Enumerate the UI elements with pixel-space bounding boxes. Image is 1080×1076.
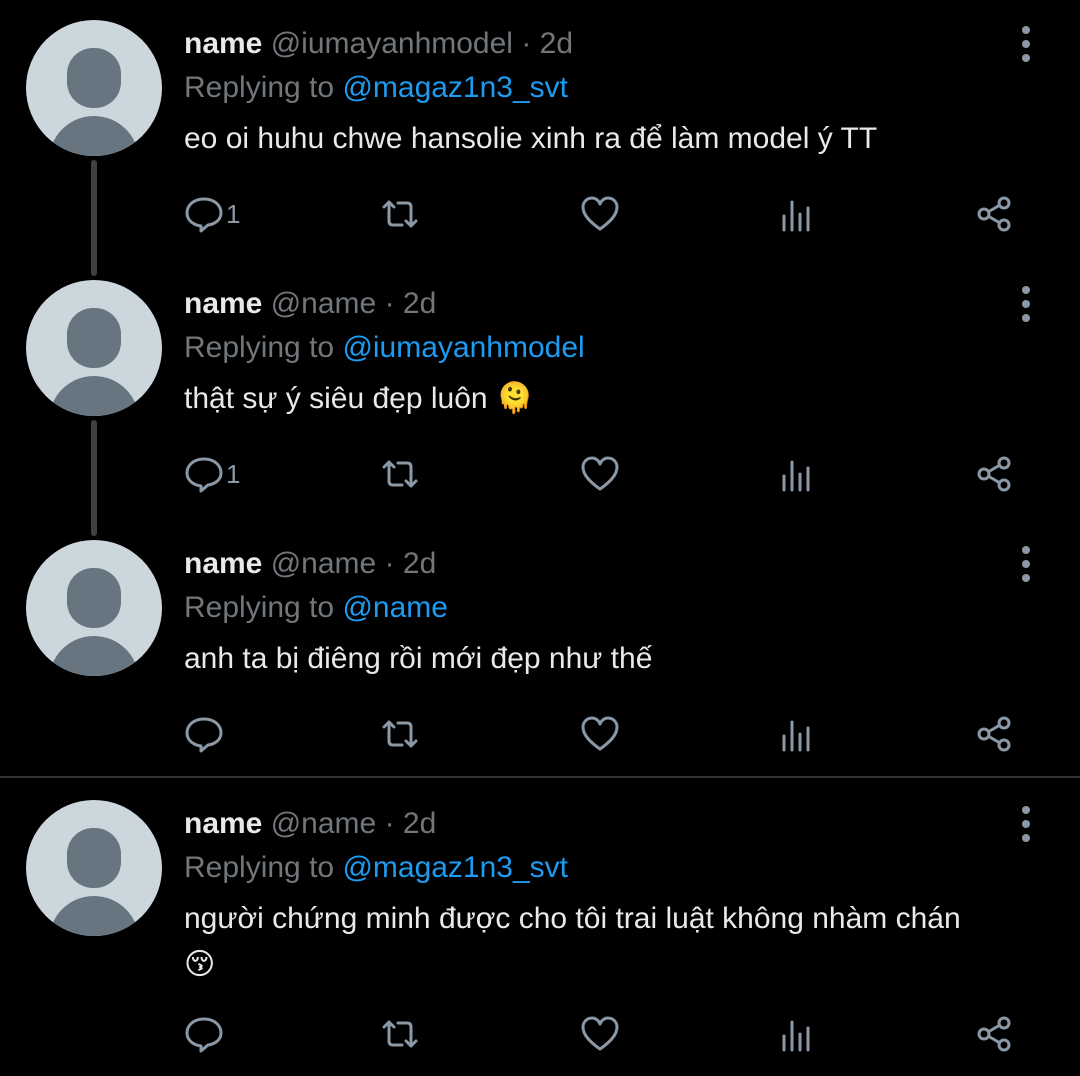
- share-icon: [977, 716, 1011, 752]
- action-bar: [184, 712, 1020, 756]
- share-button[interactable]: [974, 1012, 1014, 1056]
- retweet-icon: [382, 200, 418, 228]
- share-button[interactable]: [974, 192, 1014, 236]
- replying-to-mention[interactable]: @magaz1n3_svt: [342, 71, 568, 104]
- replying-to-mention[interactable]: @iumayanhmodel: [342, 331, 584, 364]
- tweet[interactable]: name @name · 2d Replying to @magaz1n3_sv…: [0, 780, 1080, 1076]
- author-name[interactable]: name: [184, 287, 262, 320]
- tweet[interactable]: name @name · 2d Replying to @iumayanhmod…: [0, 260, 1080, 520]
- tweet[interactable]: name @iumayanhmodel · 2d Replying to @ma…: [0, 0, 1080, 260]
- replying-to-label: Replying to: [184, 71, 335, 104]
- share-button[interactable]: [974, 452, 1014, 496]
- thread-feed: name @iumayanhmodel · 2d Replying to @ma…: [0, 0, 1080, 1076]
- replying-to-mention[interactable]: @name: [342, 591, 448, 624]
- reply-button[interactable]: [184, 1012, 226, 1056]
- tweet-text-body: người chứng minh được cho tôi trai luật …: [184, 902, 961, 935]
- heart-icon: [581, 1016, 619, 1051]
- tweet-text-body: thật sự ý siêu đẹp luôn: [184, 382, 488, 415]
- like-button[interactable]: [580, 192, 620, 236]
- tweet-text: anh ta bị điêng rồi mới đẹp như thế: [184, 636, 1040, 682]
- melting-face-emoji: 🫠: [495, 382, 534, 415]
- author-handle[interactable]: @name: [271, 287, 377, 320]
- more-vertical-icon[interactable]: [1020, 546, 1032, 582]
- heart-icon: [581, 196, 619, 231]
- avatar[interactable]: [26, 800, 162, 936]
- views-bar-chart-icon: [782, 200, 810, 232]
- tweet-text: thật sự ý siêu đẹp luôn 🫠: [184, 376, 1040, 422]
- views-button[interactable]: [778, 1012, 818, 1056]
- tweet-divider: [0, 776, 1080, 778]
- heart-icon: [581, 456, 619, 491]
- author-handle[interactable]: @name: [271, 807, 377, 840]
- reply-button[interactable]: [184, 712, 226, 756]
- views-button[interactable]: [778, 192, 818, 236]
- reply-count: 1: [226, 198, 241, 229]
- views-bar-chart-icon: [782, 460, 810, 492]
- timestamp[interactable]: 2d: [540, 27, 573, 60]
- tweet-text: eo oi huhu chwe hansolie xinh ra để làm …: [184, 116, 1040, 162]
- replying-to-label: Replying to: [184, 331, 335, 364]
- tweet[interactable]: name @name · 2d Replying to @name anh ta…: [0, 520, 1080, 776]
- share-button[interactable]: [974, 712, 1014, 756]
- separator-dot: ·: [384, 287, 395, 320]
- retweet-icon: [382, 460, 418, 488]
- author-handle[interactable]: @iumayanhmodel: [271, 27, 513, 60]
- retweet-button[interactable]: [380, 1012, 420, 1056]
- replying-to-label: Replying to: [184, 591, 335, 624]
- reply-icon: [185, 1017, 223, 1053]
- views-button[interactable]: [778, 712, 818, 756]
- author-name[interactable]: name: [184, 807, 262, 840]
- views-button[interactable]: [778, 452, 818, 496]
- timestamp[interactable]: 2d: [403, 547, 436, 580]
- like-button[interactable]: [580, 1012, 620, 1056]
- like-button[interactable]: [580, 452, 620, 496]
- share-icon: [977, 196, 1011, 232]
- more-vertical-icon[interactable]: [1020, 286, 1032, 322]
- timestamp[interactable]: 2d: [403, 287, 436, 320]
- author-name[interactable]: name: [184, 547, 262, 580]
- like-button[interactable]: [580, 712, 620, 756]
- share-icon: [977, 456, 1011, 492]
- action-bar: [184, 1012, 1020, 1056]
- separator-dot: ·: [384, 547, 395, 580]
- replying-to-label: Replying to: [184, 851, 335, 884]
- more-vertical-icon[interactable]: [1020, 26, 1032, 62]
- views-bar-chart-icon: [782, 1020, 810, 1052]
- avatar[interactable]: [26, 280, 162, 416]
- separator-dot: ·: [384, 807, 395, 840]
- action-bar: 1: [184, 192, 1020, 236]
- author-handle[interactable]: @name: [271, 547, 377, 580]
- avatar[interactable]: [26, 540, 162, 676]
- tweet-text-body: eo oi huhu chwe hansolie xinh ra để làm …: [184, 122, 878, 155]
- action-bar: 1: [184, 452, 1020, 496]
- reply-button[interactable]: 1: [184, 192, 240, 236]
- retweet-button[interactable]: [380, 452, 420, 496]
- retweet-button[interactable]: [380, 712, 420, 756]
- reply-button[interactable]: 1: [184, 452, 240, 496]
- views-bar-chart-icon: [782, 720, 810, 752]
- tweet-text-body: anh ta bị điêng rồi mới đẹp như thế: [184, 642, 653, 675]
- kissing-face-emoji: 😚: [184, 948, 216, 981]
- reply-count: 1: [226, 458, 241, 489]
- timestamp[interactable]: 2d: [403, 807, 436, 840]
- avatar[interactable]: [26, 20, 162, 156]
- heart-icon: [581, 716, 619, 751]
- reply-icon: [185, 457, 223, 493]
- retweet-icon: [382, 1020, 418, 1048]
- tweet-text: người chứng minh được cho tôi trai luật …: [184, 896, 1040, 988]
- author-name[interactable]: name: [184, 27, 262, 60]
- reply-icon: [185, 197, 223, 233]
- retweet-icon: [382, 720, 418, 748]
- replying-to-mention[interactable]: @magaz1n3_svt: [342, 851, 568, 884]
- reply-icon: [185, 717, 223, 753]
- share-icon: [977, 1016, 1011, 1052]
- separator-dot: ·: [521, 27, 532, 60]
- retweet-button[interactable]: [380, 192, 420, 236]
- more-vertical-icon[interactable]: [1020, 806, 1032, 842]
